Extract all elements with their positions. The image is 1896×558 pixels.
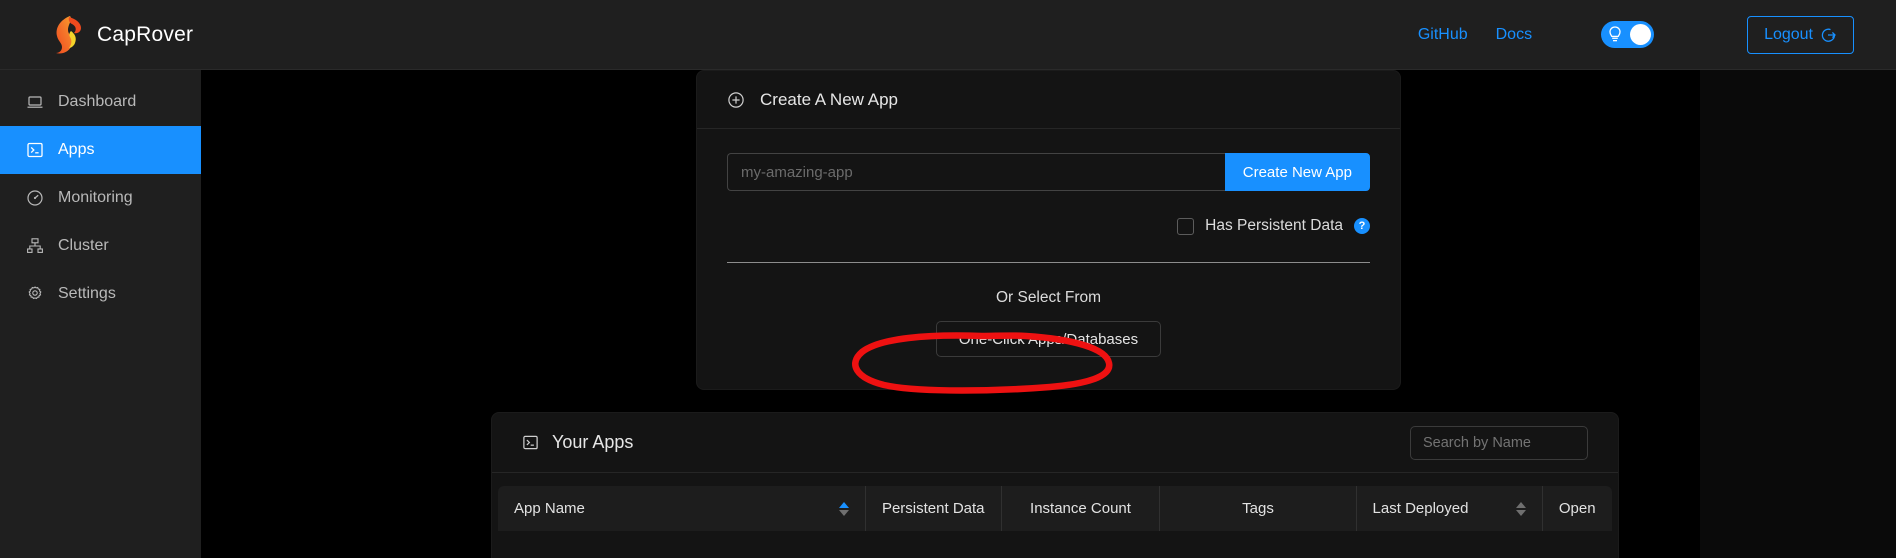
app-root: CapRover GitHub Docs Logout Dashboard Ap… — [0, 0, 1896, 558]
lightbulb-icon — [1609, 26, 1621, 42]
column-header-app-name[interactable]: App Name — [498, 486, 866, 531]
content-right-gutter — [1700, 70, 1896, 558]
sort-desc-icon — [838, 509, 849, 516]
main-content: Create A New App Create New App Has Pers… — [201, 70, 1896, 558]
your-apps-title-group: Your Apps — [522, 432, 633, 453]
create-new-app-card-header: Create A New App — [697, 71, 1400, 129]
brand-name: CapRover — [97, 22, 194, 46]
console-icon — [522, 434, 539, 451]
one-click-apps-databases-button[interactable]: One-Click Apps/Databases — [935, 321, 1162, 357]
apps-table-header-row: App Name Persistent Data Instance Count — [498, 486, 1612, 531]
github-link[interactable]: GitHub — [1404, 26, 1482, 44]
column-header-label: App Name — [514, 500, 585, 517]
cluster-nodes-icon — [26, 237, 44, 255]
brand[interactable]: CapRover — [0, 0, 201, 70]
sort-asc-icon — [1515, 501, 1526, 508]
sidebar-item-settings[interactable]: Settings — [0, 270, 201, 318]
sidebar-item-label: Dashboard — [58, 93, 137, 110]
create-new-app-card: Create A New App Create New App Has Pers… — [696, 70, 1401, 390]
column-header-label: Instance Count — [1030, 500, 1131, 517]
column-header-label: Persistent Data — [881, 500, 985, 517]
logout-button[interactable]: Logout — [1747, 15, 1854, 54]
sidebar-item-label: Settings — [58, 285, 116, 302]
theme-toggle[interactable] — [1601, 21, 1655, 48]
column-header-label: Tags — [1242, 500, 1274, 517]
one-click-button-wrap: One-Click Apps/Databases — [727, 321, 1370, 357]
column-header-label: Last Deployed — [1372, 500, 1469, 517]
sidebar-item-label: Cluster — [58, 237, 109, 254]
sidebar-item-label: Monitoring — [58, 189, 133, 206]
sidebar-item-cluster[interactable]: Cluster — [0, 222, 201, 270]
search-by-name-input[interactable] — [1410, 425, 1588, 460]
has-persistent-data-checkbox[interactable] — [1177, 217, 1195, 235]
your-apps-title: Your Apps — [552, 432, 634, 452]
or-select-from-label: Or Select From — [995, 289, 1102, 306]
gear-icon — [26, 285, 44, 303]
sidebar-item-label: Apps — [58, 141, 95, 158]
topbar-actions: GitHub Docs Logout — [1404, 15, 1896, 54]
create-new-app-title: Create A New App — [760, 89, 898, 109]
has-persistent-data-label: Has Persistent Data — [1205, 217, 1343, 234]
column-header-label: Open — [1558, 500, 1596, 517]
persistent-data-row: Has Persistent Data ? — [727, 217, 1370, 235]
logout-button-label: Logout — [1764, 25, 1813, 43]
top-bar: CapRover GitHub Docs Logout — [0, 0, 1896, 70]
column-header-instance-count: Instance Count — [1002, 486, 1161, 531]
card-divider — [727, 262, 1370, 263]
your-apps-card-header: Your Apps — [492, 413, 1618, 473]
laptop-icon — [26, 93, 44, 111]
app-name-input[interactable] — [727, 153, 1225, 191]
app-name-input-row: Create New App — [727, 153, 1370, 191]
sort-control-last-deployed[interactable] — [1515, 501, 1526, 516]
sort-desc-icon — [1515, 509, 1526, 516]
console-icon — [26, 141, 44, 159]
plus-circle-icon — [727, 91, 745, 109]
column-header-tags: Tags — [1160, 486, 1357, 531]
sidebar-item-dashboard[interactable]: Dashboard — [0, 78, 201, 126]
your-apps-card: Your Apps App Name Persistent Data — [491, 412, 1619, 558]
logout-icon — [1821, 28, 1836, 42]
column-header-persistent-data: Persistent Data — [866, 486, 1002, 531]
sort-control-app-name[interactable] — [838, 501, 849, 516]
sort-asc-icon — [838, 501, 849, 508]
column-header-last-deployed[interactable]: Last Deployed — [1357, 486, 1543, 531]
dashboard-gauge-icon — [26, 189, 44, 207]
sidebar-item-monitoring[interactable]: Monitoring — [0, 174, 201, 222]
create-new-app-card-body: Create New App Has Persistent Data ? Or … — [697, 129, 1400, 357]
caprover-flame-logo — [56, 15, 81, 53]
sidebar-item-apps[interactable]: Apps — [0, 126, 201, 174]
docs-link[interactable]: Docs — [1482, 26, 1546, 44]
theme-toggle-knob — [1630, 24, 1652, 45]
create-new-app-button[interactable]: Create New App — [1224, 153, 1370, 191]
column-header-open: Open — [1543, 486, 1612, 531]
sidebar: Dashboard Apps Monitoring Cluster Settin… — [0, 70, 201, 558]
question-circle-icon[interactable]: ? — [1354, 218, 1370, 234]
apps-table-wrap: App Name Persistent Data Instance Count — [492, 473, 1618, 531]
